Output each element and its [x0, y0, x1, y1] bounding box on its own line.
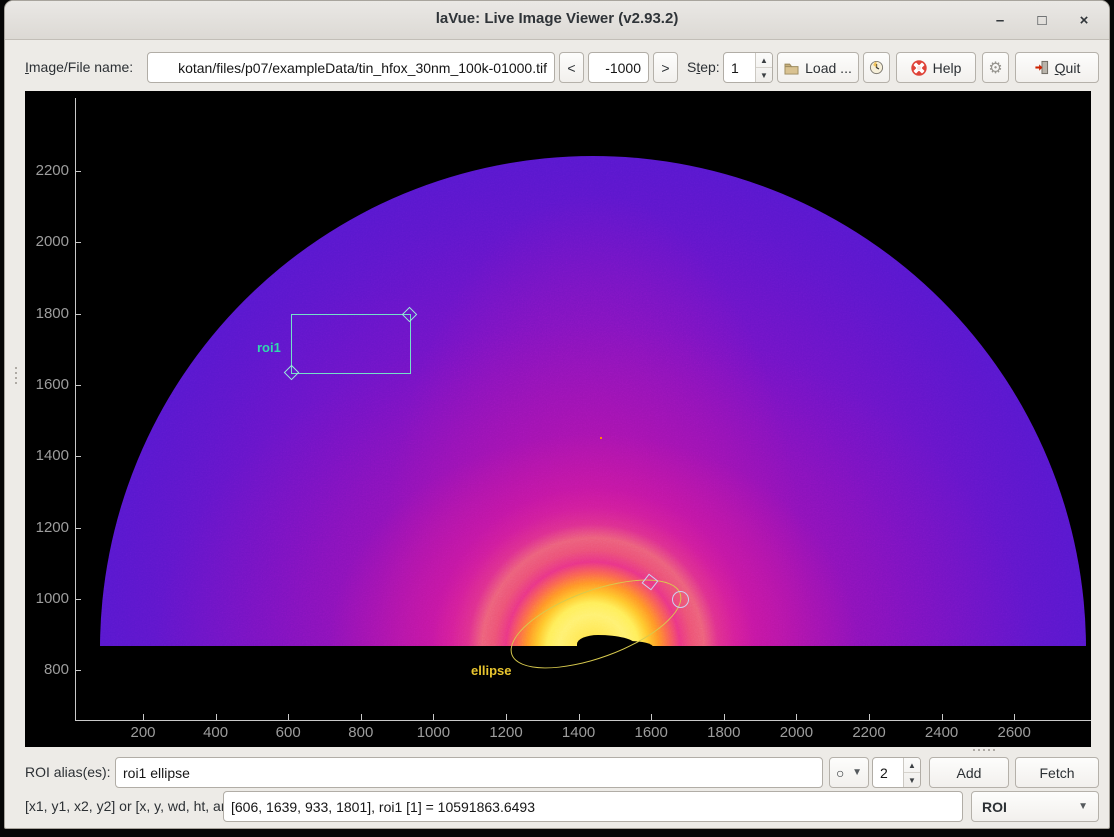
x-tick-mark	[361, 714, 362, 720]
x-tick-label: 200	[108, 724, 178, 741]
y-axis-line	[75, 98, 76, 721]
roi-shape-combobox[interactable]: ○ ▼	[829, 757, 869, 788]
chevron-down-icon: ▼	[1078, 801, 1088, 812]
frame-number-input[interactable]: -1000	[588, 52, 649, 83]
x-tick-label: 2600	[979, 724, 1049, 741]
y-tick-label: 2000	[25, 233, 69, 250]
spin-up-icon[interactable]: ▲	[904, 758, 920, 773]
ellipse-label: ellipse	[471, 663, 511, 678]
y-tick-mark	[75, 314, 81, 315]
ellipse-shape-icon: ○	[836, 765, 844, 781]
folder-icon	[784, 61, 799, 75]
x-tick-label: 2000	[761, 724, 831, 741]
image-file-name-label: Image/File name:	[25, 59, 133, 75]
roi1-rectangle[interactable]	[291, 314, 411, 374]
x-tick-mark	[288, 714, 289, 720]
quit-button[interactable]: Quit	[1015, 52, 1099, 83]
y-tick-mark	[75, 670, 81, 671]
quit-icon	[1034, 60, 1049, 75]
x-tick-mark	[143, 714, 144, 720]
close-icon[interactable]: ×	[1075, 11, 1093, 29]
x-tick-mark	[433, 714, 434, 720]
help-button[interactable]: Help	[896, 52, 976, 83]
x-tick-label: 400	[181, 724, 251, 741]
add-roi-button[interactable]: Add	[929, 757, 1009, 788]
maximize-icon[interactable]: □	[1033, 11, 1051, 29]
x-tick-label: 2200	[834, 724, 904, 741]
step-label: Step:	[687, 59, 720, 75]
horizontal-splitter-handle[interactable]	[973, 749, 995, 751]
x-tick-label: 1000	[398, 724, 468, 741]
y-tick-mark	[75, 528, 81, 529]
roi-alias-input[interactable]: roi1 ellipse	[115, 757, 823, 788]
y-tick-label: 2200	[25, 162, 69, 179]
ellipse-handle-circle[interactable]	[672, 591, 689, 608]
y-tick-mark	[75, 171, 81, 172]
x-tick-mark	[1014, 714, 1015, 720]
x-tick-mark	[506, 714, 507, 720]
spin-down-icon[interactable]: ▼	[756, 68, 772, 82]
clock-icon	[869, 60, 884, 75]
plot-area[interactable]: roi1 ellipse 200400600800100012001400160…	[25, 91, 1091, 747]
y-tick-mark	[75, 456, 81, 457]
x-tick-mark	[651, 714, 652, 720]
fetch-button[interactable]: Fetch	[1015, 757, 1099, 788]
roi1-label: roi1	[257, 340, 281, 355]
y-tick-label: 1000	[25, 590, 69, 607]
x-tick-mark	[869, 714, 870, 720]
spin-up-icon[interactable]: ▲	[756, 53, 772, 68]
y-tick-mark	[75, 385, 81, 386]
chevron-down-icon: ▼	[852, 767, 862, 778]
window-title: laVue: Live Image Viewer (v2.93.2)	[5, 10, 1109, 27]
x-tick-label: 1600	[616, 724, 686, 741]
y-tick-label: 800	[25, 661, 69, 678]
prev-frame-button[interactable]: <	[559, 52, 584, 83]
roi-coords-input[interactable]: [606, 1639, 933, 1801], roi1 [1] = 10591…	[223, 791, 963, 822]
lifebuoy-icon	[911, 60, 927, 76]
history-button[interactable]	[863, 52, 890, 83]
quit-button-label: Quit	[1055, 60, 1081, 76]
gear-icon: ⚙	[988, 58, 1002, 77]
x-tick-label: 1800	[689, 724, 759, 741]
titlebar[interactable]: laVue: Live Image Viewer (v2.93.2) – □ ×	[5, 1, 1109, 40]
x-tick-mark	[942, 714, 943, 720]
step-spinbox[interactable]: 1 ▲▼	[723, 52, 773, 83]
y-tick-mark	[75, 599, 81, 600]
x-tick-mark	[579, 714, 580, 720]
x-tick-mark	[724, 714, 725, 720]
roi-mode-combobox[interactable]: ROI ▼	[971, 791, 1099, 822]
x-tick-label: 600	[253, 724, 323, 741]
roi-alias-label: ROI alias(es):	[25, 764, 111, 780]
y-tick-label: 1400	[25, 447, 69, 464]
y-tick-label: 1600	[25, 376, 69, 393]
hot-pixel	[600, 437, 602, 439]
image-file-name-input[interactable]: kotan/files/p07/exampleData/tin_hfox_30n…	[147, 52, 555, 83]
y-tick-label: 1200	[25, 519, 69, 536]
x-tick-mark	[796, 714, 797, 720]
x-tick-label: 1200	[471, 724, 541, 741]
settings-button[interactable]: ⚙	[982, 52, 1009, 83]
y-tick-label: 1800	[25, 305, 69, 322]
x-axis-line	[75, 720, 1091, 721]
y-tick-mark	[75, 242, 81, 243]
x-tick-label: 1400	[544, 724, 614, 741]
load-button[interactable]: Load ...	[777, 52, 859, 83]
app-window: laVue: Live Image Viewer (v2.93.2) – □ ×…	[4, 0, 1110, 829]
x-tick-mark	[216, 714, 217, 720]
roi-count-spinbox[interactable]: 2 ▲▼	[872, 757, 921, 788]
x-tick-label: 2400	[907, 724, 977, 741]
next-frame-button[interactable]: >	[653, 52, 678, 83]
x-tick-label: 800	[326, 724, 396, 741]
vertical-splitter-handle[interactable]	[15, 367, 18, 384]
minimize-icon[interactable]: –	[991, 11, 1009, 29]
spin-down-icon[interactable]: ▼	[904, 773, 920, 787]
